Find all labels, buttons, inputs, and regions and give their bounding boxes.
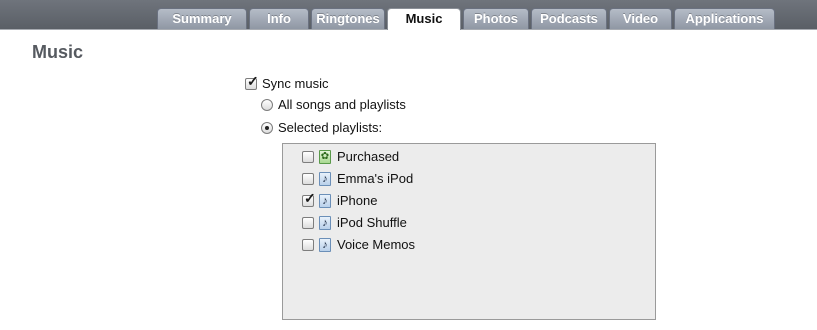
tab-ringtones[interactable]: Ringtones [311, 8, 385, 29]
tab-bar: Summary Info Ringtones Music Photos Podc… [0, 0, 817, 30]
sync-music-label: Sync music [262, 76, 329, 91]
tab-info[interactable]: Info [249, 8, 309, 29]
playlist-name: Emma's iPod [337, 171, 414, 186]
playlist-name: iPhone [337, 193, 378, 208]
tab-video[interactable]: Video [609, 8, 672, 29]
tab-podcasts[interactable]: Podcasts [531, 8, 607, 29]
tab-summary[interactable]: Summary [157, 8, 247, 29]
tab-music[interactable]: Music [387, 8, 461, 30]
playlist-checkbox[interactable] [302, 172, 314, 185]
playlist-list[interactable]: ✿ Purchased ♪ Emma's iPod ✓ ♪ iPhone ♪ i… [282, 143, 656, 320]
playlist-checkbox[interactable] [302, 150, 314, 163]
playlist-item[interactable]: ✿ Purchased [302, 149, 399, 164]
sync-music-checkbox[interactable]: ✓ [245, 74, 259, 90]
all-songs-label: All songs and playlists [278, 97, 406, 112]
page-title: Music [32, 42, 84, 62]
playlist-item[interactable]: ♪ iPod Shuffle [302, 215, 407, 230]
playlist-checkbox[interactable] [302, 238, 314, 251]
tab-strip: Summary Info Ringtones Music Photos Podc… [157, 8, 777, 30]
music-note-playlist-icon: ♪ [319, 237, 331, 252]
music-note-playlist-icon: ♪ [319, 193, 331, 208]
selected-playlists-label: Selected playlists: [278, 120, 383, 135]
playlist-item[interactable]: ♪ Emma's iPod [302, 171, 413, 186]
all-songs-option[interactable]: All songs and playlists [261, 97, 406, 112]
playlist-name: iPod Shuffle [337, 215, 407, 230]
music-note-playlist-icon: ♪ [319, 171, 331, 186]
purchased-playlist-icon: ✿ [319, 149, 331, 164]
all-songs-radio[interactable] [261, 98, 273, 111]
sync-music-row[interactable]: ✓ Sync music [245, 74, 329, 91]
tab-photos[interactable]: Photos [463, 8, 529, 29]
tab-applications[interactable]: Applications [674, 8, 775, 29]
radio-dot-icon [265, 125, 269, 130]
playlist-name: Purchased [337, 149, 400, 164]
playlist-name: Voice Memos [337, 237, 416, 252]
checkmark-icon: ✓ [304, 189, 316, 206]
playlist-checkbox[interactable] [302, 216, 314, 229]
music-note-playlist-icon: ♪ [319, 215, 331, 230]
selected-playlists-option[interactable]: Selected playlists: [261, 120, 382, 135]
playlist-item[interactable]: ♪ Voice Memos [302, 237, 415, 252]
checkmark-icon: ✓ [247, 72, 259, 89]
playlist-checkbox[interactable]: ✓ [302, 191, 316, 207]
playlist-item[interactable]: ✓ ♪ iPhone [302, 191, 378, 208]
selected-playlists-radio[interactable] [261, 121, 273, 134]
